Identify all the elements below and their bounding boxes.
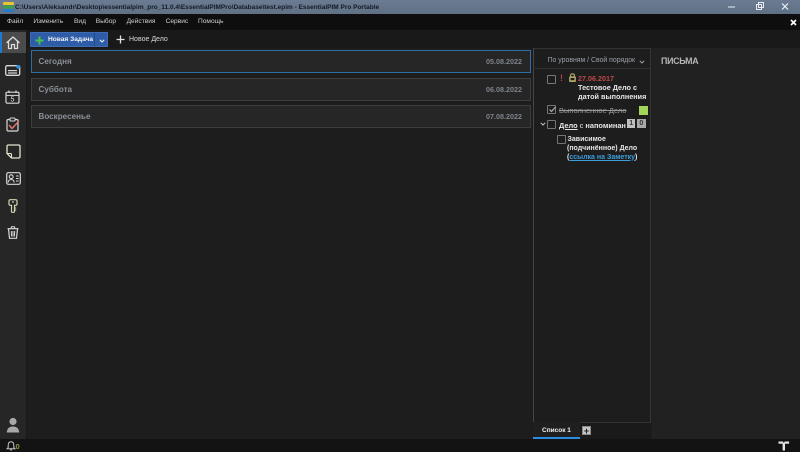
svg-text:5: 5	[11, 97, 15, 104]
